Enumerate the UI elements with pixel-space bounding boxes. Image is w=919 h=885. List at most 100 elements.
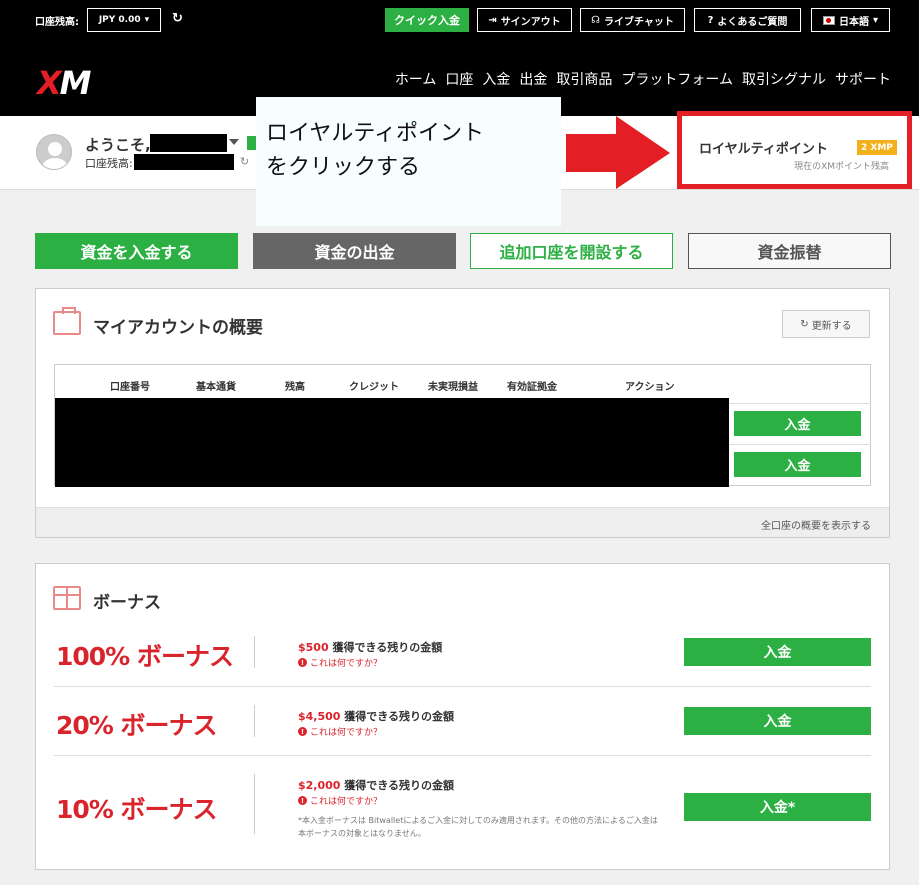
logo-m: M	[59, 64, 92, 102]
bonus-10-label: 10% ボーナス	[56, 795, 218, 824]
faq-button[interactable]: ? よくあるご質問	[694, 8, 801, 32]
bonus-panel: ボーナス 100% ボーナス $500 獲得できる残りの金額 ! これは何ですか？…	[35, 563, 890, 870]
balance-refresh-icon[interactable]: ↻	[240, 155, 249, 168]
headset-icon: ☊	[591, 14, 600, 26]
row-deposit-button[interactable]: 入金	[734, 411, 861, 436]
xm-logo[interactable]: XM	[37, 64, 92, 102]
deposit-funds-label: 資金を入金する	[80, 243, 193, 262]
bonus-note: *本入金ボーナスは Bitwalletによるご入金に対してのみ適用されます。その…	[298, 816, 658, 838]
vertical-divider	[254, 774, 255, 834]
info-icon: !	[298, 727, 307, 736]
bonus-20-amount: $4,500 獲得できる残りの金額	[298, 708, 454, 724]
bonus-10-deposit-label: 入金*	[759, 800, 796, 816]
deposit-funds-button[interactable]: 資金を入金する	[35, 233, 238, 269]
signout-button[interactable]: ⇥ サインアウト	[477, 8, 572, 32]
gift-icon	[53, 586, 81, 610]
bonus-100-amount-value: $500	[298, 641, 329, 654]
question-icon: ?	[707, 14, 714, 26]
language-dropdown[interactable]: 日本語 ▾	[811, 8, 890, 32]
nav-home[interactable]: ホーム	[395, 69, 437, 89]
signout-icon: ⇥	[488, 14, 497, 26]
refresh-button[interactable]: ↻ 更新する	[782, 310, 870, 338]
bonus-10-deposit-button[interactable]: 入金*	[684, 793, 871, 821]
col-equity: 有効証拠金	[507, 382, 557, 393]
user-dropdown-caret-icon[interactable]	[229, 139, 239, 145]
loyalty-points-widget[interactable]: ロイヤルティポイント 2 XMP 現在のXMポイント残高	[677, 111, 912, 189]
bonus-20-deposit-button[interactable]: 入金	[684, 707, 871, 735]
vertical-divider	[254, 705, 255, 737]
row-divider	[54, 686, 871, 687]
language-label: 日本語	[838, 16, 869, 28]
account-overview-panel: マイアカウントの概要 ↻ 更新する 口座番号 基本通貨 残高 クレジット 未実現…	[35, 288, 890, 538]
caret-down-icon: ▾	[144, 15, 150, 25]
xmp-badge: 2 XMP	[857, 140, 897, 155]
caret-down-icon: ▾	[872, 14, 879, 26]
bonus-100-help-text: これは何ですか？	[310, 659, 383, 669]
bonus-100-amount: $500 獲得できる残りの金額	[298, 639, 442, 655]
col-base-currency: 基本通貨	[196, 382, 236, 393]
info-icon: !	[298, 796, 307, 805]
refresh-icon[interactable]: ↻	[172, 11, 183, 26]
transfer-funds-label: 資金振替	[757, 243, 822, 262]
nav-account[interactable]: 口座	[445, 69, 473, 89]
col-unrealized-pnl: 未実現損益	[428, 382, 478, 393]
bonus-20-help-link[interactable]: ! これは何ですか？	[298, 725, 382, 738]
account-overview-title: マイアカウントの概要	[93, 318, 263, 338]
redacted-username	[150, 134, 227, 152]
refresh-label: 更新する	[811, 320, 852, 332]
japan-flag-icon	[822, 15, 835, 25]
quick-deposit-label: クイック入金	[394, 14, 460, 27]
signout-label: サインアウト	[500, 16, 561, 28]
bonus-100-desc: 獲得できる残りの金額	[328, 641, 443, 654]
redacted-account-rows	[55, 398, 729, 487]
row-deposit-button[interactable]: 入金	[734, 452, 861, 477]
bonus-100-label: 100% ボーナス	[56, 642, 234, 671]
col-action: アクション	[625, 382, 675, 393]
bonus-100-deposit-label: 入金	[763, 645, 792, 661]
nav-platform[interactable]: プラットフォーム	[621, 69, 733, 89]
withdraw-funds-button[interactable]: 資金の出金	[253, 233, 456, 269]
bonus-20-deposit-label: 入金	[763, 714, 792, 730]
bonus-20-label: 20% ボーナス	[56, 711, 218, 740]
logo-x: X	[37, 64, 62, 102]
refresh-icon: ↻	[800, 318, 809, 330]
red-arrow-icon	[566, 116, 670, 189]
bonus-100-help-link[interactable]: ! これは何ですか？	[298, 656, 382, 669]
loyalty-subtitle: 現在のXMポイント残高	[794, 162, 889, 172]
balance-label: 口座残高:	[35, 17, 79, 28]
account-overview-footer: 全口座の概要を表示する	[36, 507, 889, 537]
top-bar: 口座残高: JPY 0.00 ▾ ↻ クイック入金 ⇥ サインアウト ☊ ライブ…	[0, 0, 919, 42]
bonus-10-help-text: これは何ですか？	[310, 797, 383, 807]
row-divider	[729, 444, 871, 445]
open-account-label: 追加口座を開設する	[499, 243, 644, 262]
col-balance: 残高	[285, 382, 305, 393]
quick-deposit-button[interactable]: クイック入金	[385, 8, 469, 32]
bonus-20-desc: 獲得できる残りの金額	[340, 710, 455, 723]
row-divider	[729, 403, 871, 404]
loyalty-title: ロイヤルティポイント	[699, 142, 828, 157]
faq-label: よくあるご質問	[717, 16, 788, 28]
show-all-accounts-link[interactable]: 全口座の概要を表示する	[761, 517, 871, 532]
bonus-100-deposit-button[interactable]: 入金	[684, 638, 871, 666]
live-chat-button[interactable]: ☊ ライブチャット	[580, 8, 685, 32]
col-account-number: 口座番号	[110, 382, 150, 393]
bonus-10-amount-value: $2,000	[298, 779, 341, 792]
welcome-text: ようこそ,	[85, 136, 151, 154]
info-icon: !	[298, 658, 307, 667]
bonus-10-amount: $2,000 獲得できる残りの金額	[298, 777, 454, 793]
redacted-balance	[134, 154, 234, 170]
nav-support[interactable]: サポート	[835, 69, 891, 89]
nav-products[interactable]: 取引商品	[556, 69, 612, 89]
nav-signals[interactable]: 取引シグナル	[742, 69, 826, 89]
nav-deposit[interactable]: 入金	[482, 69, 510, 89]
transfer-funds-button[interactable]: 資金振替	[688, 233, 891, 269]
nav-withdraw[interactable]: 出金	[519, 69, 547, 89]
open-account-button[interactable]: 追加口座を開設する	[470, 233, 673, 269]
bonus-10-help-link[interactable]: ! これは何ですか？	[298, 794, 382, 807]
live-chat-label: ライブチャット	[603, 16, 674, 28]
col-credit: クレジット	[349, 382, 399, 393]
avatar	[36, 134, 72, 170]
currency-dropdown[interactable]: JPY 0.00 ▾	[87, 8, 161, 32]
callout-line-1: ロイヤルティポイント	[266, 121, 485, 146]
accounts-table: 口座番号 基本通貨 残高 クレジット 未実現損益 有効証拠金 アクション 入金 …	[54, 364, 871, 487]
